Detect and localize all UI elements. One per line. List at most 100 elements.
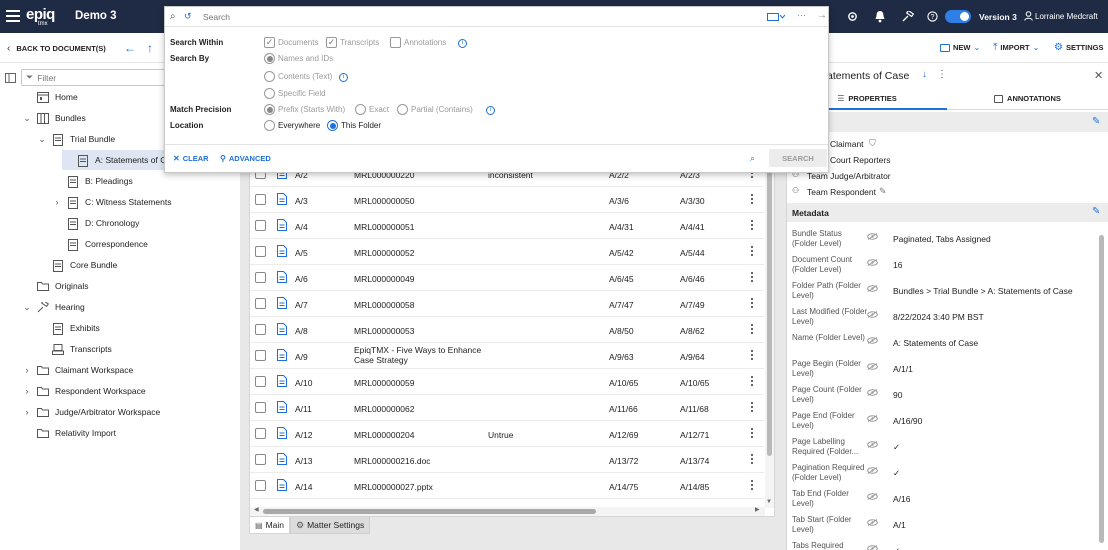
row-menu-icon[interactable] (750, 349, 754, 361)
tree-item-transcripts[interactable]: Transcripts (0, 339, 238, 359)
visibility-off-icon[interactable] (867, 363, 878, 370)
row-checkbox[interactable] (255, 454, 266, 465)
layout-toggle-icon[interactable] (5, 73, 16, 83)
row-checkbox[interactable] (255, 480, 266, 491)
info-icon[interactable]: i (458, 39, 467, 48)
radio-this-folder[interactable]: This Folder (327, 120, 381, 131)
table-row[interactable]: A/14 MRL000000027.pptx A/14/75 A/14/85 (250, 473, 764, 499)
info-icon[interactable]: i (486, 106, 495, 115)
tree-item-d-chronology[interactable]: D: Chronology (0, 213, 238, 233)
tree-item-hearing[interactable]: ⌄ Hearing (0, 297, 238, 317)
row-menu-icon[interactable] (750, 453, 754, 465)
radio-partial-contains[interactable]: Partial (Contains) (397, 104, 473, 115)
advanced-button[interactable]: ⚲ ADVANCED (220, 154, 271, 163)
row-menu-icon[interactable] (750, 271, 754, 283)
row-menu-icon[interactable] (750, 219, 754, 231)
table-row[interactable]: A/8 MRL000000053 A/8/50 A/8/62 (250, 317, 764, 343)
table-row[interactable]: A/12 MRL000000204 Untrue A/12/69 A/12/71 (250, 421, 764, 447)
visibility-off-icon[interactable] (867, 467, 878, 474)
visibility-off-icon[interactable] (867, 285, 878, 292)
row-checkbox[interactable] (255, 246, 266, 257)
search-input[interactable] (203, 10, 753, 24)
visibility-off-icon[interactable] (867, 259, 878, 266)
tree-item-core-bundle[interactable]: Core Bundle (0, 255, 238, 275)
visibility-off-icon[interactable] (867, 545, 878, 550)
import-button[interactable]: ⤒ IMPORT ⌄ (993, 42, 1039, 53)
hamburger-menu-icon[interactable] (6, 10, 20, 22)
new-button[interactable]: NEW ⌄ (940, 43, 980, 52)
edit-icon[interactable]: ✎ (1092, 206, 1100, 217)
tree-item-relativity-import[interactable]: Relativity Import (0, 423, 238, 443)
radio-contents-text[interactable]: Contents (Text) (264, 71, 332, 82)
tab-main[interactable]: ▤ Main (249, 517, 290, 534)
tab-matter-settings[interactable]: ⚙ Matter Settings (290, 517, 371, 534)
radio-exact[interactable]: Exact (355, 104, 389, 115)
row-checkbox[interactable] (255, 376, 266, 387)
more-options-icon[interactable]: ⋮ (937, 69, 947, 80)
chevron-down-icon[interactable]: ⌄ (37, 134, 47, 144)
row-menu-icon[interactable] (750, 375, 754, 387)
tree-item-exhibits[interactable]: Exhibits (0, 318, 238, 338)
arrow-left-icon[interactable]: ← (124, 41, 136, 55)
info-icon[interactable]: i (339, 73, 348, 82)
row-checkbox[interactable] (255, 324, 266, 335)
radio-names-and-ids[interactable]: Names and IDs (264, 53, 333, 64)
row-menu-icon[interactable] (750, 297, 754, 309)
ai-search-icon[interactable]: ⌕ (750, 153, 755, 164)
chevron-right-icon[interactable]: › (22, 386, 32, 396)
tree-item-judge-arbitrator-workspace[interactable]: › Judge/Arbitrator Workspace (0, 402, 238, 422)
table-row[interactable]: A/7 MRL000000058 A/7/47 A/7/49 (250, 291, 764, 317)
tree-item-b-pleadings[interactable]: B: Pleadings (0, 171, 238, 191)
edit-icon[interactable]: ✎ (1092, 116, 1100, 127)
history-icon[interactable]: ↺ (184, 11, 192, 22)
back-to-documents-button[interactable]: ‹ BACK TO DOCUMENT(S) (7, 43, 106, 54)
grid-horizontal-scrollbar[interactable]: ◀ ▶ (250, 507, 765, 516)
table-row[interactable]: A/10 MRL000000059 A/10/65 A/10/65 (250, 369, 764, 395)
chevron-right-icon[interactable]: › (52, 197, 62, 207)
visibility-off-icon[interactable] (867, 441, 878, 448)
row-checkbox[interactable] (255, 428, 266, 439)
user-icon[interactable] (1024, 11, 1033, 21)
checkbox-documents[interactable]: ✓ Documents (264, 37, 318, 48)
visibility-off-icon[interactable] (867, 415, 878, 422)
version-toggle[interactable] (945, 10, 971, 23)
tree-item-respondent-workspace[interactable]: › Respondent Workspace (0, 381, 238, 401)
radio-prefix-starts-with[interactable]: Prefix (Starts With) (264, 104, 345, 115)
gear-icon[interactable] (847, 11, 858, 22)
chevron-down-icon[interactable]: ⌄ (22, 113, 32, 123)
radio-everywhere[interactable]: Everywhere (264, 120, 320, 131)
row-menu-icon[interactable] (750, 193, 754, 205)
visibility-off-icon[interactable] (867, 311, 878, 318)
row-checkbox[interactable] (255, 272, 266, 283)
row-menu-icon[interactable] (750, 245, 754, 257)
help-icon[interactable]: ? (927, 11, 938, 22)
checkbox-annotations[interactable]: Annotations (390, 37, 446, 48)
radio-specific-field[interactable]: Specific Field (264, 88, 326, 99)
grid-vertical-scrollbar[interactable]: ▼ (765, 166, 774, 508)
chevron-right-icon[interactable]: › (22, 407, 32, 417)
row-menu-icon[interactable] (750, 323, 754, 335)
table-row[interactable]: A/3 MRL000000050 A/3/6 A/3/30 (250, 187, 764, 213)
tab-annotations[interactable]: ANNOTATIONS (947, 88, 1108, 110)
visibility-off-icon[interactable] (867, 389, 878, 396)
tree-item-correspondence[interactable]: Correspondence (0, 234, 238, 254)
row-checkbox[interactable] (255, 350, 266, 361)
tree-item-originals[interactable]: Originals (0, 276, 238, 296)
checkbox-transcripts[interactable]: ✓ Transcripts (326, 37, 379, 48)
close-icon[interactable]: ✕ (1094, 69, 1103, 82)
table-row[interactable]: A/13 MRL000000216.doc A/13/72 A/13/74 (250, 447, 764, 473)
folder-scope-icon[interactable] (767, 12, 785, 21)
table-row[interactable]: A/5 MRL000000052 A/5/42 A/5/44 (250, 239, 764, 265)
row-checkbox[interactable] (255, 194, 266, 205)
details-scrollbar[interactable] (1099, 235, 1104, 543)
arrow-right-icon[interactable]: → (817, 10, 827, 21)
download-icon[interactable]: ↓ (922, 69, 927, 80)
visibility-off-icon[interactable] (867, 233, 878, 240)
search-button[interactable]: SEARCH (769, 149, 827, 167)
more-options-icon[interactable]: ⋯ (797, 10, 806, 21)
clear-button[interactable]: ✕ CLEAR (173, 154, 209, 163)
row-menu-icon[interactable] (750, 479, 754, 491)
table-row[interactable]: A/11 MRL000000062 A/11/66 A/11/68 (250, 395, 764, 421)
table-row[interactable]: A/9 EpiqTMX - Five Ways to Enhance Case S… (250, 343, 764, 369)
gavel-icon[interactable] (902, 11, 914, 22)
